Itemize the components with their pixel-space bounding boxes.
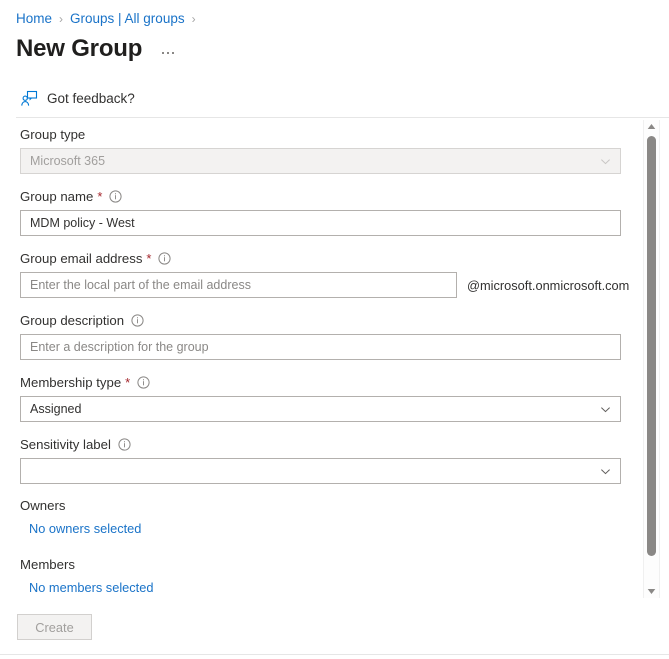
owners-label: Owners — [20, 498, 632, 513]
group-name-input[interactable]: MDM policy - West — [20, 210, 621, 236]
group-type-label-row: Group type — [20, 126, 632, 143]
sensitivity-label-label: Sensitivity label — [20, 436, 111, 453]
group-email-label-row: Group email address * — [20, 250, 632, 267]
group-name-label: Group name — [20, 188, 93, 205]
chevron-down-icon — [600, 466, 611, 477]
breadcrumb-item-home[interactable]: Home — [16, 10, 52, 28]
create-button[interactable]: Create — [17, 614, 92, 640]
header-divider — [16, 117, 669, 118]
form-scrollbar[interactable] — [643, 120, 660, 598]
footer: Create — [0, 600, 669, 659]
breadcrumb-separator-icon: › — [192, 10, 196, 28]
got-feedback-label: Got feedback? — [47, 90, 135, 108]
group-name-label-row: Group name * — [20, 188, 632, 205]
info-icon[interactable] — [137, 376, 150, 389]
group-name-value: MDM policy - West — [30, 216, 135, 230]
dot — [172, 52, 174, 54]
group-description-input[interactable]: Enter a description for the group — [20, 334, 621, 360]
field-group-name: Group name * MDM policy - West — [20, 188, 632, 236]
required-indicator: * — [125, 374, 130, 391]
group-email-placeholder: Enter the local part of the email addres… — [30, 278, 251, 292]
group-description-placeholder: Enter a description for the group — [30, 340, 209, 354]
dot — [167, 52, 169, 54]
membership-type-label: Membership type — [20, 374, 121, 391]
membership-type-value: Assigned — [30, 402, 81, 416]
field-membership-type: Membership type * Assigned — [20, 374, 632, 422]
owners-select-link[interactable]: No owners selected — [29, 521, 141, 536]
members-select-link[interactable]: No members selected — [29, 580, 153, 595]
field-group-description: Group description Enter a description fo… — [20, 312, 632, 360]
field-sensitivity-label: Sensitivity label — [20, 436, 632, 484]
title-row: New Group — [0, 28, 669, 64]
field-group-email: Group email address * Enter the local pa… — [20, 250, 632, 298]
feedback-person-icon — [20, 90, 38, 108]
group-email-label: Group email address — [20, 250, 142, 267]
scroll-up-arrow-icon[interactable] — [644, 120, 659, 133]
membership-type-select[interactable]: Assigned — [20, 396, 621, 422]
group-description-label: Group description — [20, 312, 124, 329]
chevron-down-icon — [600, 404, 611, 415]
footer-divider — [0, 654, 669, 655]
group-type-label: Group type — [20, 126, 85, 143]
group-email-domain-suffix: @microsoft.onmicrosoft.com — [467, 278, 629, 293]
group-description-label-row: Group description — [20, 312, 632, 329]
breadcrumb: Home › Groups | All groups › — [0, 0, 669, 28]
got-feedback-button[interactable]: Got feedback? — [20, 90, 135, 108]
members-label: Members — [20, 557, 632, 572]
info-icon[interactable] — [158, 252, 171, 265]
breadcrumb-item-groups[interactable]: Groups | All groups — [70, 10, 185, 28]
field-group-type: Group type Microsoft 365 — [20, 126, 632, 174]
sensitivity-label-select[interactable] — [20, 458, 621, 484]
breadcrumb-separator-icon: › — [59, 10, 63, 28]
group-type-select: Microsoft 365 — [20, 148, 621, 174]
new-group-form: Group type Microsoft 365 Group name * MD… — [0, 126, 632, 598]
info-icon[interactable] — [131, 314, 144, 327]
info-icon[interactable] — [118, 438, 131, 451]
membership-type-label-row: Membership type * — [20, 374, 632, 391]
chevron-down-icon — [600, 156, 611, 167]
group-type-value: Microsoft 365 — [30, 154, 105, 168]
group-email-row: Enter the local part of the email addres… — [20, 272, 632, 298]
required-indicator: * — [97, 188, 102, 205]
more-options-icon[interactable] — [162, 52, 174, 54]
info-icon[interactable] — [109, 190, 122, 203]
sensitivity-label-label-row: Sensitivity label — [20, 436, 632, 453]
section-members: Members No members selected — [20, 557, 632, 597]
group-email-input[interactable]: Enter the local part of the email addres… — [20, 272, 457, 298]
scrollbar-thumb[interactable] — [647, 136, 656, 556]
dot — [162, 52, 164, 54]
section-owners: Owners No owners selected — [20, 498, 632, 538]
page-title: New Group — [16, 34, 142, 64]
scroll-down-arrow-icon[interactable] — [644, 585, 659, 598]
required-indicator: * — [146, 250, 151, 267]
